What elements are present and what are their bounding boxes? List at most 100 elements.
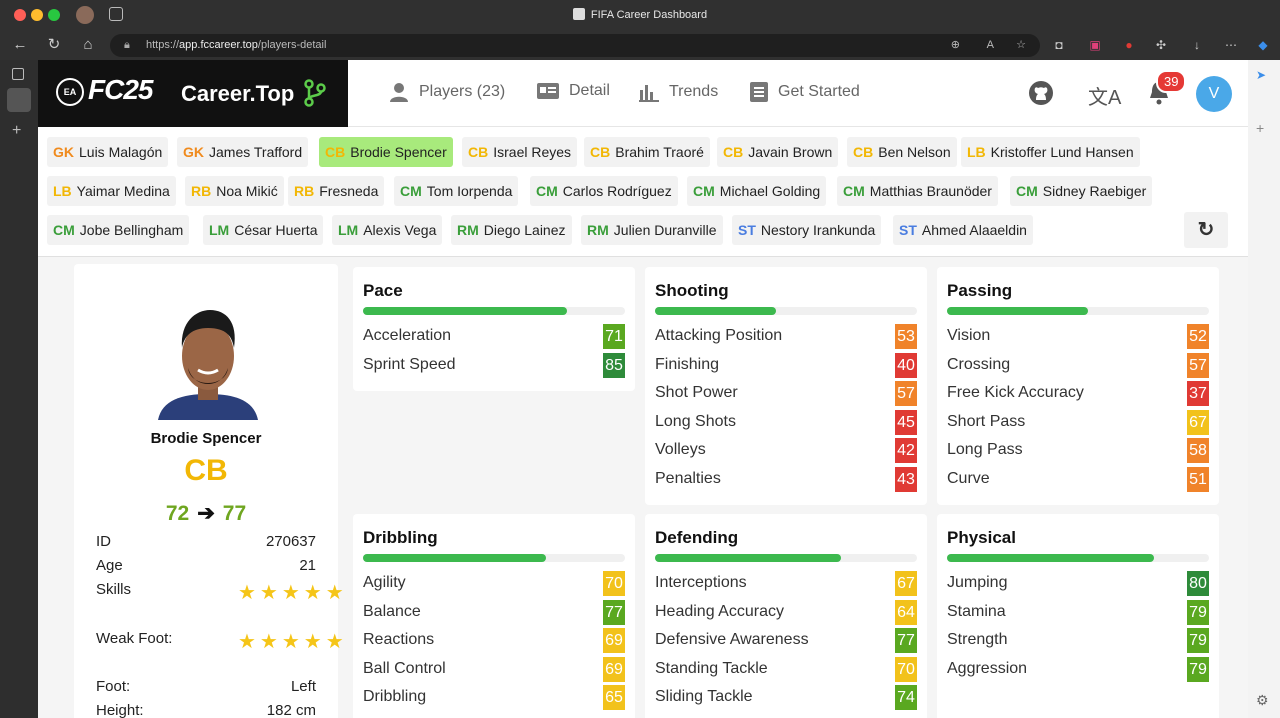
tab-actions-icon[interactable] [12, 68, 24, 80]
roster-chip-position: RB [294, 183, 315, 199]
roster-chip[interactable]: CM Michael Golding [687, 176, 827, 206]
roster-chip[interactable]: GK James Trafford [177, 137, 309, 167]
more-menu-icon[interactable]: ⋯ [1222, 36, 1240, 54]
active-tab-favicon[interactable] [7, 88, 31, 112]
roster-chip-position: CM [400, 183, 422, 199]
back-icon[interactable]: ← [10, 36, 30, 54]
stat-row: Aggression 79 [947, 656, 1209, 685]
extension-icon[interactable]: ● [1120, 36, 1138, 54]
roster-chip[interactable]: CB Javain Brown [717, 137, 839, 167]
tab-title-text: FIFA Career Dashboard [590, 9, 708, 21]
url-domain: app.fccareer.top [179, 39, 258, 51]
roster-chip[interactable]: CM Matthias Braunöder [837, 176, 998, 206]
roster-chip[interactable]: CM Carlos Rodríguez [530, 176, 678, 206]
roster-chip[interactable]: LM César Huerta [203, 215, 324, 245]
stat-value-badge: 58 [1187, 438, 1209, 464]
roster-chip-position: RM [457, 222, 479, 238]
roster-chip[interactable]: RM Julien Duranville [581, 215, 723, 245]
nav-players[interactable]: Players (23) [389, 82, 505, 102]
roster-chip-position: CB [723, 144, 744, 160]
reload-icon[interactable]: ↻ [44, 36, 64, 54]
stat-row: Acceleration 71 [363, 323, 625, 352]
user-avatar[interactable]: V [1196, 76, 1232, 112]
extensions-puzzle-icon[interactable]: ✣ [1152, 36, 1170, 54]
nav-detail-label: Detail [569, 82, 610, 99]
app-root: EA FC25 Career.Top Players (23) Detail T… [38, 60, 1248, 718]
nav-detail[interactable]: Detail [537, 82, 610, 100]
download-icon[interactable]: ↓ [1188, 36, 1206, 54]
stat-value-badge: 69 [603, 656, 625, 682]
notification-badge: 39 [1156, 70, 1187, 93]
roster-chip-position: CM [1016, 183, 1038, 199]
group-progress-bar [947, 307, 1209, 315]
roster-chip[interactable]: CB Brahim Traoré [584, 137, 710, 167]
settings-gear-icon[interactable]: ⚙ [1256, 692, 1269, 709]
stat-value-badge: 79 [1187, 628, 1209, 654]
roster-chip[interactable]: CM Tom Iorpenda [394, 176, 519, 206]
stat-card-title: Shooting [655, 281, 729, 300]
stat-row: Vision 52 [947, 323, 1209, 352]
stat-row: Attacking Position 53 [655, 323, 917, 352]
translate-icon[interactable]: 文A [1088, 81, 1121, 110]
arrow-right-icon: ➔ [197, 502, 215, 525]
roster-chip[interactable]: LM Alexis Vega [332, 215, 443, 245]
stat-value-badge: 37 [1187, 381, 1209, 407]
roster-chip[interactable]: RB Noa Mikić [185, 176, 284, 206]
roster-chip[interactable]: LB Yaimar Medina [47, 176, 176, 206]
address-toolbar: ← ↻ ⌂ 🔒︎ https://app.fccareer.top/players… [0, 30, 1280, 60]
stat-value-badge: 57 [895, 381, 917, 407]
roster-chip-name: Luis Malagón [79, 144, 163, 160]
roster-chip[interactable]: ST Ahmed Alaaeldin [893, 215, 1033, 245]
read-aloud-icon[interactable]: A [987, 34, 994, 57]
group-progress-fill [655, 307, 776, 315]
stat-label: Crossing [947, 355, 1011, 373]
roster-chip[interactable]: CB Israel Reyes [462, 137, 578, 167]
roster-chip-name: Carlos Rodríguez [562, 183, 672, 199]
stat-label: Reactions [363, 631, 435, 649]
extension-icon[interactable]: ▣ [1086, 36, 1104, 54]
add-sidebar-icon[interactable]: + [1256, 120, 1264, 136]
stat-value-badge: 71 [603, 324, 625, 349]
roster-chip-position: ST [899, 222, 917, 238]
telegram-icon[interactable]: ➤ [1256, 68, 1266, 82]
info-skills: Skills ★★★★★ [96, 581, 344, 629]
roster-chip-position: RM [587, 222, 609, 238]
new-tab-icon[interactable]: + [12, 122, 21, 140]
stat-value-badge: 51 [1187, 466, 1209, 492]
tab-favicon-icon [572, 8, 585, 20]
info-height-label: Height: [96, 702, 144, 718]
favorite-star-icon[interactable]: ☆ [1016, 34, 1026, 57]
url-path: /players-detail [257, 39, 327, 51]
stat-row: Defensive Awareness 77 [655, 627, 917, 656]
roster-chip-position: CM [693, 183, 715, 199]
git-branch-icon [304, 79, 326, 107]
copilot-icon[interactable]: ◆ [1254, 36, 1272, 54]
stat-label: Balance [363, 602, 421, 620]
zoom-icon[interactable]: ⊕ [951, 34, 960, 57]
brand-logo[interactable]: EA FC25 Career.Top [38, 60, 348, 127]
github-icon[interactable] [1028, 80, 1054, 106]
url-bar[interactable]: 🔒︎ https://app.fccareer.top/players-detai… [110, 34, 1040, 57]
roster-chip[interactable]: CB Ben Nelson [847, 137, 957, 167]
roster-chip-name: Noa Mikić [216, 183, 278, 199]
nav-trends[interactable]: Trends [639, 82, 718, 102]
nav-get-started[interactable]: Get Started [750, 82, 860, 102]
roster-chip[interactable]: CB Brodie Spencer [319, 137, 453, 167]
roster-chip[interactable]: GK Luis Malagón [47, 137, 169, 167]
roster-chip[interactable]: RM Diego Lainez [451, 215, 572, 245]
browser-side-rail: + [0, 60, 38, 718]
refresh-icon[interactable]: ↻ [1184, 212, 1228, 248]
roster-chip[interactable]: CM Sidney Raebiger [1010, 176, 1153, 206]
extension-icon[interactable]: ◘ [1050, 36, 1068, 54]
roster-chip[interactable]: LB Kristoffer Lund Hansen [961, 137, 1140, 167]
roster-chip-position: RB [191, 183, 212, 199]
roster-chip[interactable]: CM Jobe Bellingham [47, 215, 190, 245]
roster-chip-name: Alexis Vega [363, 222, 437, 238]
roster-chip[interactable]: ST Nestory Irankunda [732, 215, 882, 245]
roster-chip[interactable]: RB Fresneda [288, 176, 385, 206]
home-icon[interactable]: ⌂ [78, 36, 98, 54]
nav-players-label: Players (23) [419, 83, 506, 100]
stat-label: Penalties [655, 469, 721, 487]
stat-value-badge: 70 [603, 571, 625, 596]
stat-card-title: Passing [947, 281, 1013, 300]
